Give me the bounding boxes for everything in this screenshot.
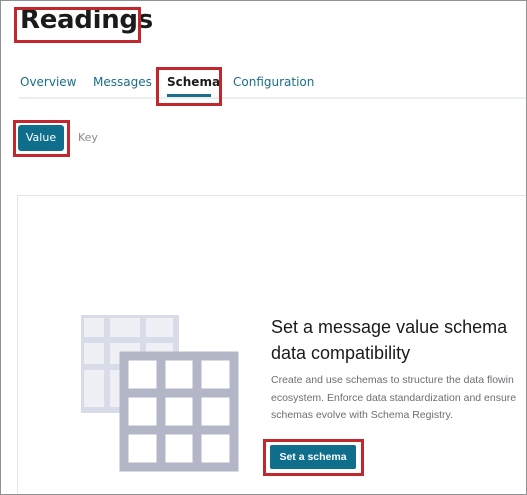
key-toggle-button[interactable]: Key <box>78 131 98 144</box>
tab-messages[interactable]: Messages <box>93 75 152 89</box>
empty-state-description: Create and use schemas to structure the … <box>271 374 517 421</box>
highlight-box-set-schema <box>263 439 364 476</box>
highlight-box-value <box>13 120 70 157</box>
tab-configuration[interactable]: Configuration <box>233 75 314 89</box>
app-window: Readings Overview Messages Schema Config… <box>0 0 527 495</box>
tabs-divider <box>19 97 526 99</box>
page-title: Readings <box>20 5 153 35</box>
empty-state-heading: Set a message value schema data compatib… <box>271 317 508 363</box>
table-schema-illustration-icon <box>81 315 239 472</box>
highlight-box-schema-tab <box>156 67 222 106</box>
tab-bar: Overview Messages Schema Configuration <box>1 67 526 99</box>
tab-overview[interactable]: Overview <box>20 75 77 89</box>
